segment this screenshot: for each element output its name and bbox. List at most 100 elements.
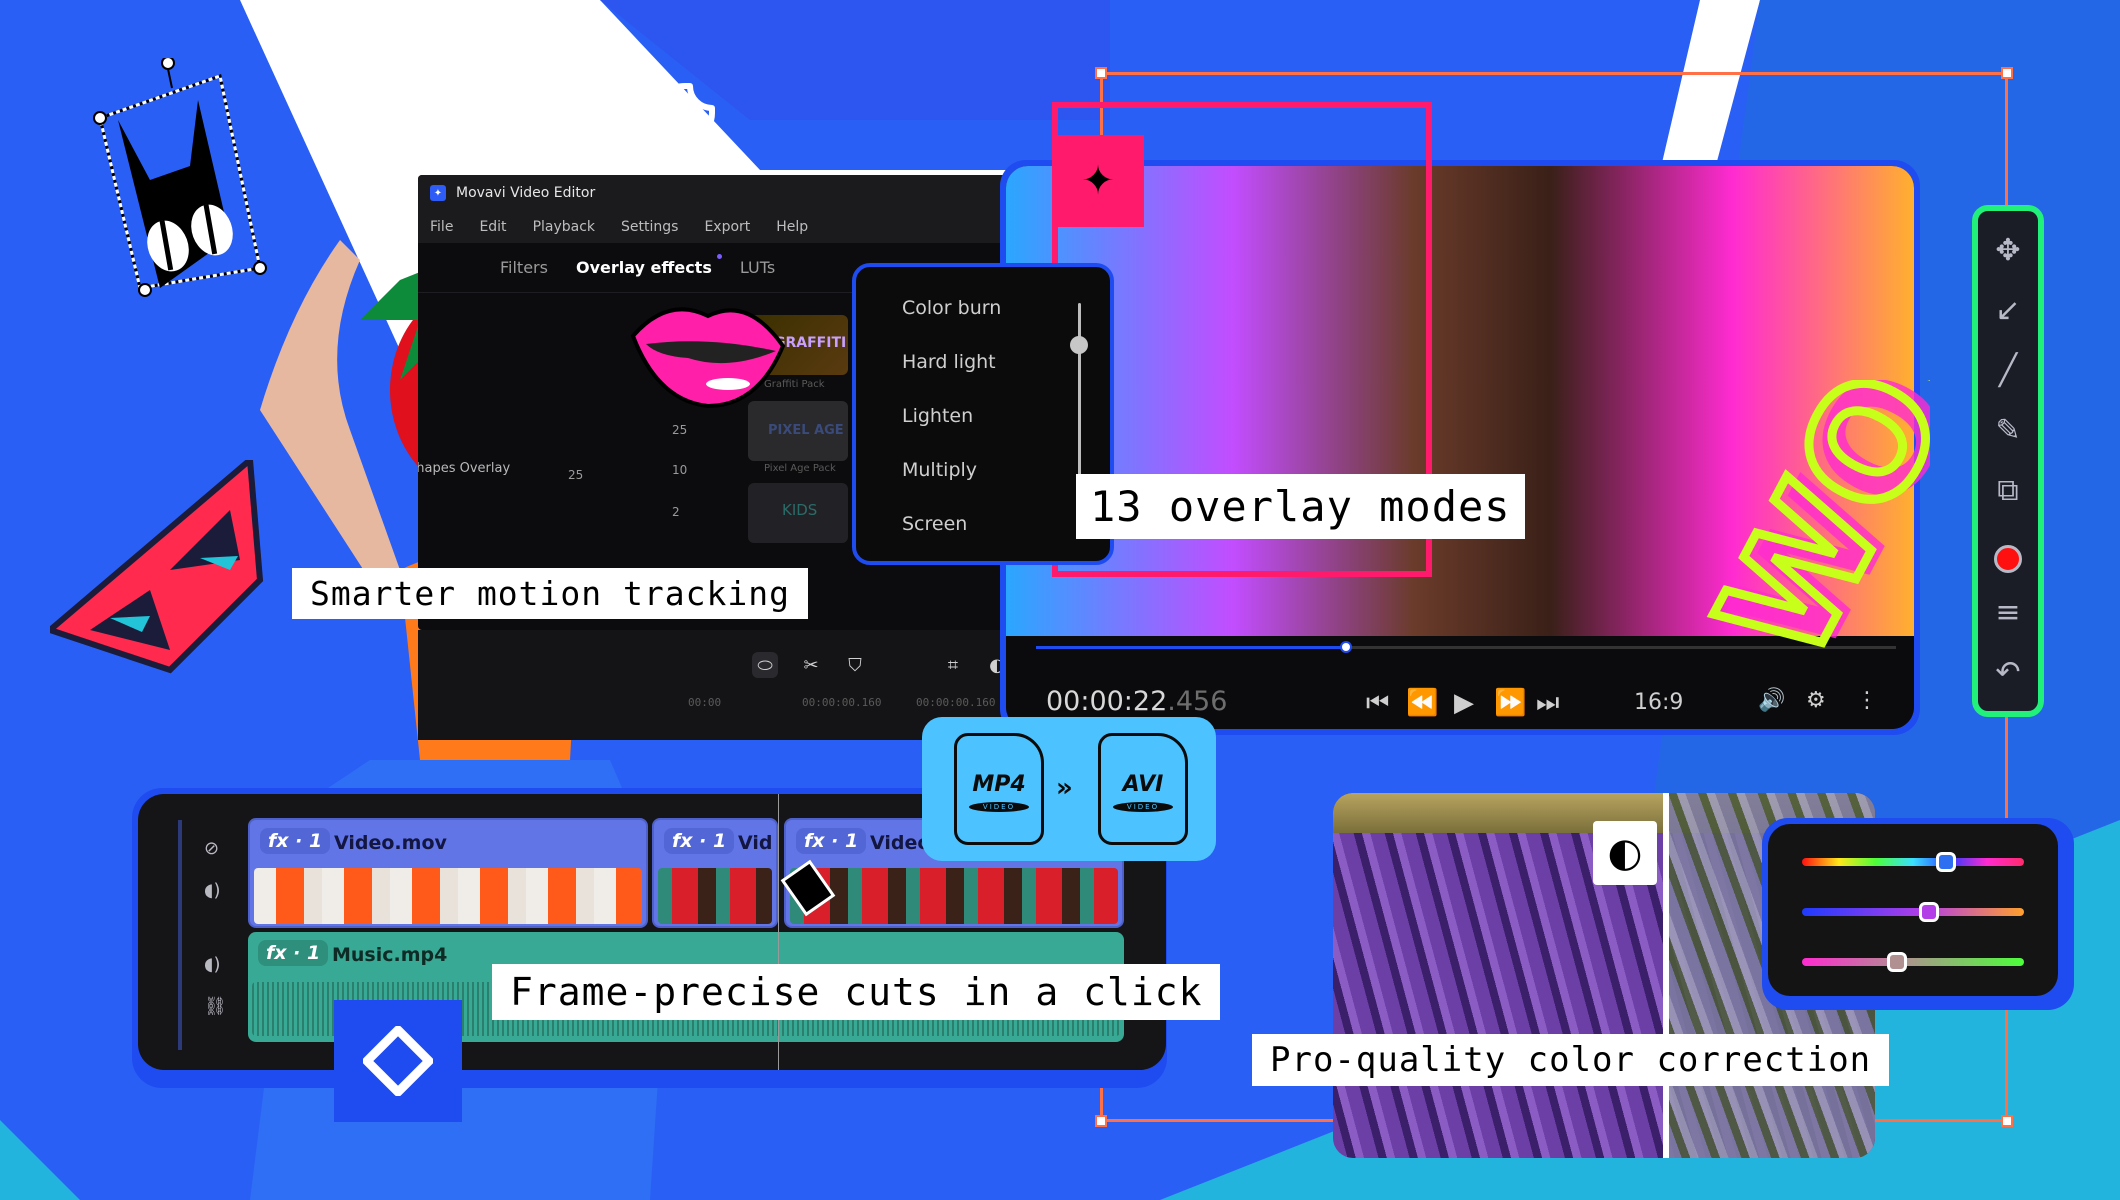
menu-icon[interactable]: ≡ bbox=[1978, 595, 2038, 630]
volume-icon[interactable]: 🔊 bbox=[1758, 688, 1785, 713]
compare-divider[interactable] bbox=[1663, 793, 1669, 1158]
avi-file-icon: AVI VIDEO bbox=[1098, 733, 1188, 845]
caption-color-correction: Pro-quality color correction bbox=[1252, 1034, 1890, 1086]
progress-fill bbox=[1036, 646, 1346, 649]
play-icon[interactable]: ▶ bbox=[1454, 688, 1474, 718]
menu-export[interactable]: Export bbox=[704, 219, 750, 235]
scissors-icon[interactable]: ✂ bbox=[798, 652, 824, 678]
progress-handle[interactable] bbox=[1339, 641, 1352, 653]
resize-handle[interactable] bbox=[1095, 67, 1107, 79]
thumb-title: PIXEL AGE bbox=[768, 423, 844, 438]
record-icon[interactable] bbox=[1994, 545, 2022, 573]
pack-count: 10 bbox=[672, 463, 688, 477]
tag-icon bbox=[363, 1026, 433, 1096]
tab-filters[interactable]: Filters bbox=[500, 258, 548, 277]
volume-icon[interactable]: ◖) bbox=[204, 954, 221, 975]
mode-item[interactable]: Multiply bbox=[902, 459, 977, 481]
menu-help[interactable]: Help bbox=[776, 219, 808, 235]
mute-video-icon[interactable]: ⊘ bbox=[204, 838, 219, 859]
pack-count: 25 bbox=[568, 468, 584, 482]
tint-slider[interactable] bbox=[1802, 952, 2024, 972]
format-converter[interactable]: MP4 VIDEO » AVI VIDEO bbox=[922, 717, 1216, 861]
resize-handle[interactable] bbox=[2001, 1115, 2013, 1127]
tracking-icon[interactable]: ⬭ bbox=[752, 652, 778, 678]
arrow-icon[interactable]: ↙ bbox=[1978, 293, 2038, 328]
marker-icon[interactable]: ✎ bbox=[1978, 413, 2038, 448]
saturation-slider[interactable] bbox=[1802, 902, 2024, 922]
mode-item[interactable]: Hard light bbox=[902, 351, 996, 373]
ruler-tick: 00:00 bbox=[688, 696, 722, 709]
resize-handle[interactable] bbox=[2001, 67, 2013, 79]
overlay-modes-list: Color burn Hard light Lighten Multiply S… bbox=[852, 263, 1114, 565]
tab-overlay-effects[interactable]: Overlay effects bbox=[576, 254, 722, 277]
video-clip[interactable]: fx · 1 Vid bbox=[652, 818, 778, 928]
sticker-icon bbox=[655, 83, 715, 143]
slider-thumb[interactable] bbox=[1918, 902, 1939, 922]
tab-luts[interactable]: LUTs bbox=[740, 258, 775, 277]
sparkle-icon: ✦ bbox=[1052, 135, 1144, 227]
contrast-icon[interactable]: ◐ bbox=[1593, 821, 1657, 885]
menu-playback[interactable]: Playback bbox=[533, 219, 595, 235]
pack-thumbnail[interactable]: KIDS bbox=[748, 483, 848, 543]
scrollbar-thumb[interactable] bbox=[1070, 335, 1088, 354]
thumb-title: KIDS bbox=[782, 501, 818, 519]
clip-name: Vid bbox=[738, 832, 773, 854]
video-clip[interactable]: fx · 1 Video.mov bbox=[248, 818, 648, 928]
drawing-toolbar: ✥ ↙ ╱ ✎ ⧉ ≡ ↶ bbox=[1972, 205, 2044, 717]
resize-handle[interactable] bbox=[1095, 1115, 1107, 1127]
menu-settings[interactable]: Settings bbox=[621, 219, 678, 235]
mode-item[interactable]: Screen bbox=[902, 513, 967, 535]
menu-edit[interactable]: Edit bbox=[479, 219, 506, 235]
playhead[interactable] bbox=[778, 794, 779, 1070]
fx-badge[interactable]: fx · 1 bbox=[260, 828, 331, 854]
mode-item[interactable]: Color burn bbox=[902, 297, 1001, 319]
slider-thumb[interactable] bbox=[1887, 952, 1908, 972]
more-icon[interactable]: ⋮ bbox=[1856, 688, 1878, 713]
fx-badge[interactable]: fx · 1 bbox=[796, 828, 867, 854]
line-icon[interactable]: ╱ bbox=[1978, 353, 2038, 388]
ruler-tick: 00:00:00.160 bbox=[802, 696, 882, 709]
aspect-ratio-select[interactable]: 16:9 bbox=[1634, 690, 1683, 715]
clip-thumbnails bbox=[658, 868, 772, 924]
caption-frame-cuts: Frame-precise cuts in a click bbox=[492, 964, 1221, 1020]
shape-sticker bbox=[334, 1000, 462, 1122]
caption-motion-tracking: Smarter motion tracking bbox=[292, 568, 808, 619]
mp4-file-icon: MP4 VIDEO bbox=[954, 733, 1044, 845]
timecode-ms: .456 bbox=[1167, 686, 1228, 717]
skip-start-icon[interactable]: ⏮ bbox=[1366, 688, 1389, 719]
fast-forward-icon[interactable]: ⏩ bbox=[1494, 688, 1526, 718]
lips-sticker bbox=[630, 307, 786, 409]
fx-badge[interactable]: fx · 1 bbox=[258, 940, 329, 966]
fx-badge[interactable]: fx · 1 bbox=[664, 828, 735, 854]
pack-count: 2 bbox=[672, 505, 680, 519]
slider-thumb[interactable] bbox=[1936, 852, 1957, 872]
shape-icon[interactable]: ⧉ bbox=[1978, 473, 2038, 508]
track-divider bbox=[178, 820, 182, 1050]
menu-file[interactable]: File bbox=[430, 219, 453, 235]
movavi-logo-icon: ✦ bbox=[430, 185, 446, 201]
hue-slider[interactable] bbox=[1802, 852, 2024, 872]
clip-name: Music.mp4 bbox=[332, 944, 448, 966]
mode-item[interactable]: Lighten bbox=[902, 405, 973, 427]
convert-arrow-icon: » bbox=[1056, 773, 1073, 803]
skip-end-icon[interactable]: ⏭ bbox=[1536, 688, 1559, 719]
wow-text: WOW bbox=[1686, 380, 1930, 660]
timecode-main: 00:00:22 bbox=[1046, 686, 1168, 717]
clip-thumbnails bbox=[790, 868, 1118, 924]
pack-row[interactable]: Shapes Overlay bbox=[418, 461, 510, 476]
crop-icon[interactable]: ⌗ bbox=[940, 652, 966, 678]
color-sliders-panel bbox=[1762, 818, 2074, 1010]
clip-thumbnails bbox=[254, 868, 642, 924]
file-format: MP4 bbox=[972, 772, 1026, 797]
ruler-tick: 00:00:00.160 bbox=[916, 696, 996, 709]
settings-icon[interactable]: ⚙ bbox=[1806, 688, 1826, 713]
volume-icon[interactable]: ◖) bbox=[204, 880, 221, 901]
undo-icon[interactable]: ↶ bbox=[1978, 655, 2038, 690]
pack-name: Shapes Overlay bbox=[418, 461, 511, 476]
shield-icon[interactable]: ⛉ bbox=[842, 652, 868, 678]
unlink-icon[interactable]: ⛓ bbox=[204, 996, 227, 1017]
pack-row[interactable]: 25 bbox=[568, 468, 583, 482]
move-icon[interactable]: ✥ bbox=[1978, 233, 2038, 268]
pack-count: 25 bbox=[672, 423, 688, 437]
rewind-icon[interactable]: ⏪ bbox=[1406, 688, 1438, 718]
